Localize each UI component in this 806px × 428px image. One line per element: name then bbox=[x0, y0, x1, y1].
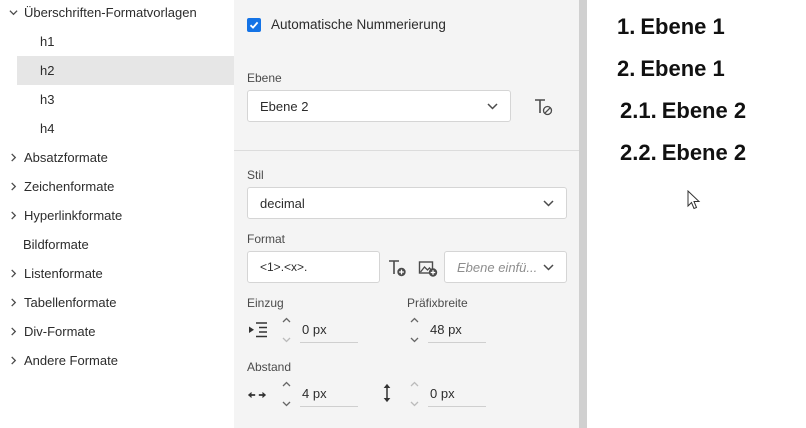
tree-item-h4[interactable]: h4 bbox=[0, 114, 234, 143]
chevron-down-icon bbox=[410, 401, 418, 407]
chevron-down-icon bbox=[542, 261, 554, 273]
abstand-label: Abstand bbox=[247, 360, 292, 374]
preview-line: 1. Ebene 1 bbox=[617, 14, 725, 40]
tree-item-h1[interactable]: h1 bbox=[0, 27, 234, 56]
preview-number: 2.2. bbox=[620, 140, 657, 165]
horizontal-spacing-icon bbox=[246, 384, 268, 406]
preview-line: 2. Ebene 1 bbox=[617, 56, 725, 82]
insert-text-icon[interactable] bbox=[386, 257, 408, 279]
auto-numbering-row[interactable]: Automatische Nummerierung bbox=[247, 17, 446, 32]
einzug-stepper[interactable] bbox=[280, 317, 292, 343]
panel-scrollbar[interactable] bbox=[579, 0, 587, 428]
chevron-down-icon bbox=[282, 337, 290, 343]
tree-item-label: h4 bbox=[40, 121, 55, 136]
section-divider bbox=[234, 150, 579, 151]
numbering-panel: Automatische Nummerierung Ebene Ebene 2 … bbox=[234, 0, 579, 428]
einzug-label: Einzug bbox=[247, 296, 284, 310]
tree-item-label: h3 bbox=[40, 92, 55, 107]
chevron-right-icon[interactable] bbox=[0, 211, 24, 220]
vertical-spacing-icon bbox=[376, 382, 398, 404]
ebene-select[interactable]: Ebene 2 bbox=[247, 90, 511, 122]
tree-item-h3[interactable]: h3 bbox=[0, 85, 234, 114]
praefix-input[interactable]: 48 px bbox=[428, 317, 486, 343]
insert-level-select[interactable]: Ebene einfü... bbox=[444, 251, 567, 283]
chevron-down-icon bbox=[282, 401, 290, 407]
preview-number: 1. bbox=[617, 14, 636, 39]
preview-line: 2.1. Ebene 2 bbox=[620, 98, 746, 124]
format-input[interactable]: <1>.<x>. bbox=[247, 251, 380, 283]
chevron-up-icon bbox=[282, 317, 290, 323]
preview-number: 2.1. bbox=[620, 98, 657, 123]
chevron-right-icon[interactable] bbox=[0, 298, 24, 307]
tree-item-div-formate[interactable]: Div-Formate bbox=[0, 317, 234, 346]
preview-text: Ebene 1 bbox=[640, 14, 725, 39]
tree-item-listenformate[interactable]: Listenformate bbox=[0, 259, 234, 288]
chevron-right-icon[interactable] bbox=[0, 269, 24, 278]
indent-icon bbox=[247, 319, 269, 341]
tree-item-label: Listenformate bbox=[24, 266, 103, 281]
chevron-up-icon bbox=[410, 317, 418, 323]
preview-line: 2.2. Ebene 2 bbox=[620, 140, 746, 166]
tree-item-label: h1 bbox=[40, 34, 55, 49]
insert-level-placeholder: Ebene einfü... bbox=[457, 259, 538, 275]
ebene-select-value: Ebene 2 bbox=[260, 98, 309, 114]
praefix-stepper[interactable] bbox=[408, 317, 420, 343]
tree-item-label: Absatzformate bbox=[24, 150, 108, 165]
chevron-down-icon bbox=[486, 100, 498, 112]
chevron-up-icon bbox=[410, 381, 418, 387]
clear-format-icon[interactable] bbox=[532, 96, 554, 118]
tree-item-hyperlinkformate[interactable]: Hyperlinkformate bbox=[0, 201, 234, 230]
preview-text: Ebene 1 bbox=[640, 56, 725, 81]
tree-item-tabellenformate[interactable]: Tabellenformate bbox=[0, 288, 234, 317]
ebene-label: Ebene bbox=[247, 71, 282, 85]
chevron-right-icon[interactable] bbox=[0, 153, 24, 162]
tree-item-label: Bildformate bbox=[23, 237, 89, 252]
tree-item-absatzformate[interactable]: Absatzformate bbox=[0, 143, 234, 172]
auto-numbering-label: Automatische Nummerierung bbox=[271, 17, 446, 32]
tree-item-label: Hyperlinkformate bbox=[24, 208, 123, 223]
tree-item-bildformate[interactable]: Bildformate bbox=[0, 230, 234, 259]
tree-item-label: h2 bbox=[40, 63, 55, 78]
tree-item-zeichenformate[interactable]: Zeichenformate bbox=[0, 172, 234, 201]
abstand-h-input[interactable]: 4 px bbox=[300, 381, 358, 407]
tree-item-h2[interactable]: h2 bbox=[17, 56, 234, 85]
auto-numbering-checkbox[interactable] bbox=[247, 17, 261, 32]
tree-item-andere-formate[interactable]: Andere Formate bbox=[0, 346, 234, 375]
format-label: Format bbox=[247, 232, 286, 246]
tree-item-label: Zeichenformate bbox=[24, 179, 115, 194]
preview-number: 2. bbox=[617, 56, 636, 81]
stil-select[interactable]: decimal bbox=[247, 187, 567, 219]
chevron-right-icon[interactable] bbox=[0, 356, 24, 365]
tree-item-label: Div-Formate bbox=[24, 324, 96, 339]
praefix-label: Präfixbreite bbox=[407, 296, 468, 310]
insert-image-icon[interactable] bbox=[417, 257, 439, 279]
preview-text: Ebene 2 bbox=[661, 98, 747, 123]
stil-label: Stil bbox=[247, 168, 264, 182]
format-tree: Überschriften-Formatvorlagen h1 h2 h3 h4… bbox=[0, 0, 234, 428]
tree-item-label: Tabellenformate bbox=[24, 295, 117, 310]
chevron-down-icon bbox=[410, 337, 418, 343]
checkmark-icon bbox=[249, 21, 259, 29]
abstand-v-input[interactable]: 0 px bbox=[428, 381, 486, 407]
chevron-right-icon[interactable] bbox=[0, 327, 24, 336]
stil-select-value: decimal bbox=[260, 195, 305, 211]
mouse-pointer-icon bbox=[687, 190, 701, 210]
chevron-up-icon bbox=[282, 381, 290, 387]
preview-text: Ebene 2 bbox=[661, 140, 747, 165]
chevron-down-icon bbox=[542, 197, 554, 209]
chevron-right-icon[interactable] bbox=[0, 182, 24, 191]
abstand-v-stepper[interactable] bbox=[408, 381, 420, 407]
tree-item-label: Überschriften-Formatvorlagen bbox=[24, 5, 197, 20]
abstand-h-stepper[interactable] bbox=[280, 381, 292, 407]
tree-item-label: Andere Formate bbox=[24, 353, 118, 368]
chevron-down-icon[interactable] bbox=[0, 8, 24, 17]
einzug-input[interactable]: 0 px bbox=[300, 317, 358, 343]
tree-item-ueberschriften[interactable]: Überschriften-Formatvorlagen bbox=[0, 0, 234, 27]
